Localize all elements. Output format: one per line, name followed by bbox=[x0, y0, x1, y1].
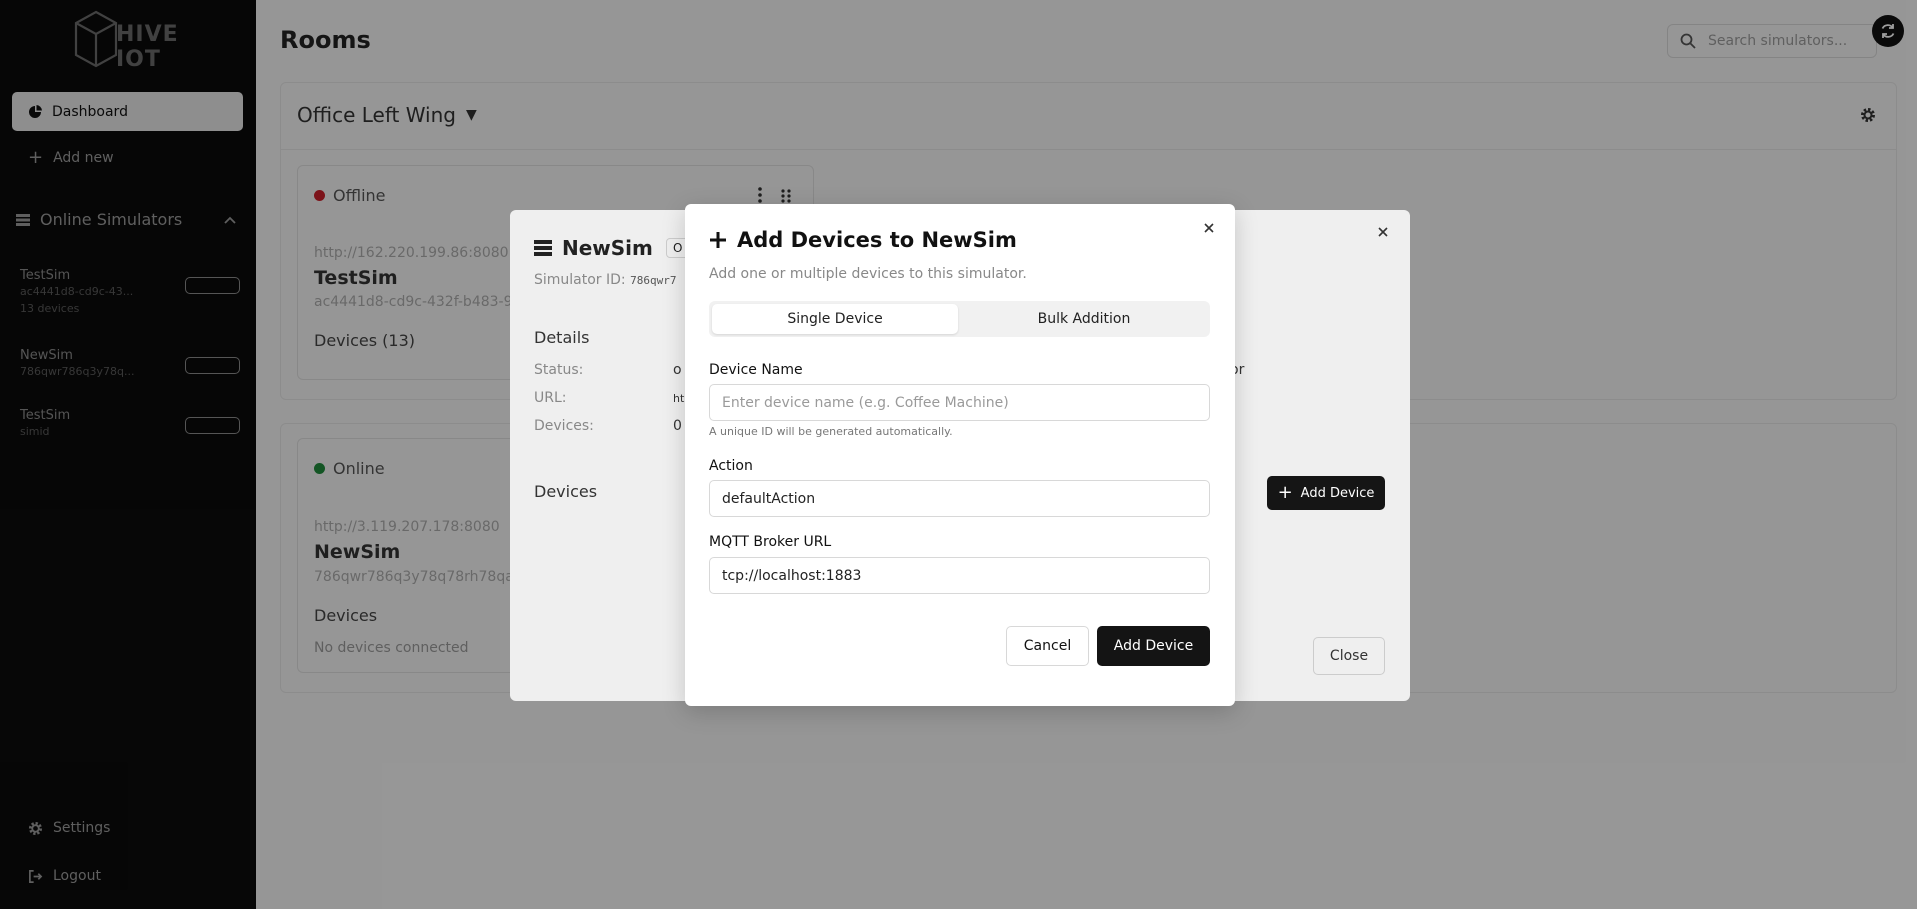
plus-icon bbox=[710, 232, 726, 248]
tab-single-device[interactable]: Single Device bbox=[712, 304, 958, 334]
cancel-button[interactable]: Cancel bbox=[1006, 626, 1089, 666]
url-field-value: ht bbox=[673, 392, 685, 405]
modal-title: Add Devices to NewSim bbox=[709, 228, 1017, 252]
status-field-label: Status: bbox=[534, 362, 584, 378]
mqtt-broker-url-input[interactable] bbox=[709, 557, 1210, 594]
device-name-hint: A unique ID will be generated automatica… bbox=[709, 425, 953, 438]
tab-bulk-addition[interactable]: Bulk Addition bbox=[961, 304, 1207, 334]
simulator-id-label: Simulator ID: bbox=[534, 272, 626, 288]
detail-dialog-title: NewSim bbox=[534, 236, 653, 260]
add-device-button[interactable]: Add Device bbox=[1097, 626, 1210, 666]
add-devices-modal: Add Devices to NewSim Add one or multipl… bbox=[685, 204, 1235, 706]
detail-dialog-name: NewSim bbox=[562, 236, 653, 260]
devices-field-value: 0 bbox=[673, 418, 682, 434]
simulator-id-value: 786qwr7 bbox=[630, 274, 677, 287]
close-icon[interactable] bbox=[1377, 226, 1389, 238]
plus-icon: + bbox=[1277, 482, 1293, 503]
detail-simulator-id: Simulator ID: 786qwr7 bbox=[534, 272, 676, 288]
detail-add-device-label: Add Device bbox=[1300, 485, 1375, 501]
modal-subtitle: Add one or multiple devices to this simu… bbox=[709, 266, 1027, 282]
modal-title-text: Add Devices to NewSim bbox=[737, 228, 1017, 252]
devices-field-label: Devices: bbox=[534, 418, 594, 434]
details-heading: Details bbox=[534, 328, 590, 347]
detail-close-button[interactable]: Close bbox=[1313, 637, 1385, 675]
close-icon[interactable] bbox=[1203, 222, 1215, 234]
devices-heading: Devices bbox=[534, 482, 598, 501]
status-field-value: o bbox=[673, 362, 682, 378]
add-mode-tabs: Single Device Bulk Addition bbox=[709, 301, 1210, 337]
server-icon bbox=[534, 240, 552, 256]
detail-add-device-button[interactable]: + Add Device bbox=[1267, 476, 1385, 510]
action-label: Action bbox=[709, 458, 753, 474]
action-input[interactable] bbox=[709, 480, 1210, 517]
device-name-input[interactable] bbox=[709, 384, 1210, 421]
device-name-label: Device Name bbox=[709, 362, 803, 378]
mqtt-broker-url-label: MQTT Broker URL bbox=[709, 534, 832, 550]
url-field-label: URL: bbox=[534, 390, 567, 406]
